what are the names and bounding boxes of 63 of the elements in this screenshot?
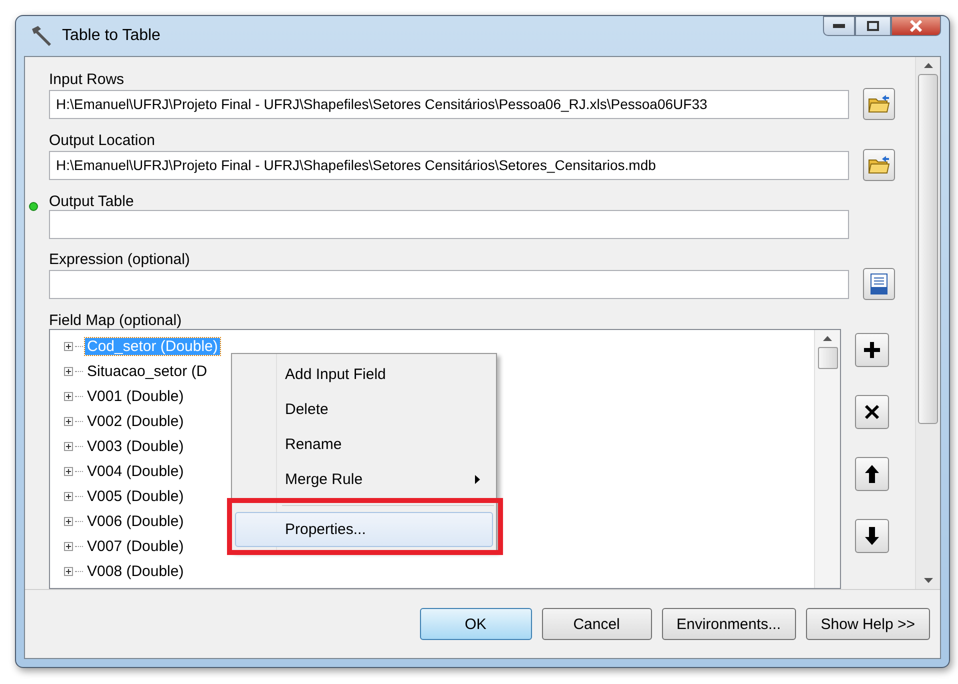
sql-icon: [869, 273, 889, 295]
down-button[interactable]: [855, 519, 889, 553]
down-arrow-icon: [864, 526, 880, 546]
menu-item[interactable]: Add Input Field: [232, 357, 496, 392]
browse-button[interactable]: [863, 88, 895, 120]
up-button[interactable]: [855, 457, 889, 491]
field-label: Expression (optional): [49, 251, 190, 268]
tree-item[interactable]: V006 (Double): [85, 513, 186, 530]
scrollbar[interactable]: [915, 57, 940, 589]
text-field[interactable]: H:\Emanuel\UFRJ\Projeto Final - UFRJ\Shapefiles\Setores Censitários\Pessoa06_RJ.xls\Pessoa06UF33: [49, 90, 849, 118]
delete-button[interactable]: [855, 395, 889, 429]
close-icon: [909, 20, 923, 32]
field-label: Output Table: [49, 193, 134, 210]
dialog-button[interactable]: OK: [420, 608, 532, 640]
minimize-icon: [833, 24, 845, 28]
text-field[interactable]: [49, 210, 849, 239]
folder-icon: [868, 155, 890, 175]
dialog-button[interactable]: Environments...: [662, 608, 796, 640]
field-label: Output Location: [49, 132, 155, 149]
tree-item[interactable]: V002 (Double): [85, 413, 186, 430]
sql-button[interactable]: [863, 268, 895, 300]
expand-icon[interactable]: [64, 392, 73, 401]
expand-icon[interactable]: [64, 442, 73, 451]
tree-item[interactable]: V003 (Double): [85, 438, 186, 455]
menu-item[interactable]: Rename: [232, 427, 496, 462]
browse-button[interactable]: [863, 149, 895, 181]
close-button[interactable]: [891, 16, 941, 36]
expand-icon[interactable]: [64, 492, 73, 501]
maximize-button[interactable]: [855, 16, 891, 36]
up-arrow-icon: [864, 464, 880, 484]
close-icon: [864, 404, 880, 420]
hammer-icon: [30, 25, 54, 47]
text-field[interactable]: H:\Emanuel\UFRJ\Projeto Final - UFRJ\Shapefiles\Setores Censitários\Setores_Censitarios.mdb: [49, 150, 849, 180]
tree-item[interactable]: V001 (Double): [85, 388, 186, 405]
menu-item[interactable]: Properties...: [235, 512, 493, 547]
text-field[interactable]: [49, 270, 849, 298]
dialog-button[interactable]: Cancel: [542, 608, 652, 640]
tree-item[interactable]: V008 (Double): [85, 563, 186, 580]
expand-icon[interactable]: [64, 342, 73, 351]
field-label: Input Rows: [49, 71, 124, 88]
maximize-icon: [867, 21, 879, 31]
tree-item[interactable]: V004 (Double): [85, 463, 186, 480]
plus-icon: [863, 341, 881, 359]
field-label: Field Map (optional): [49, 312, 182, 329]
scrollbar-thumb[interactable]: [818, 347, 838, 369]
scrollbar-thumb[interactable]: [918, 74, 938, 424]
tree-item[interactable]: V005 (Double): [85, 488, 186, 505]
tree-item[interactable]: V007 (Double): [85, 538, 186, 555]
menu-item[interactable]: Delete: [232, 392, 496, 427]
folder-icon: [868, 94, 890, 114]
expand-icon[interactable]: [64, 567, 73, 576]
scrollbar[interactable]: [814, 330, 840, 588]
expand-icon[interactable]: [64, 517, 73, 526]
window-title: Table to Table: [62, 27, 162, 45]
expand-icon[interactable]: [64, 417, 73, 426]
add-button[interactable]: [855, 333, 889, 367]
minimize-button[interactable]: [823, 16, 855, 36]
expand-icon[interactable]: [64, 367, 73, 376]
dialog-button[interactable]: Show Help >>: [806, 608, 930, 640]
expand-icon[interactable]: [64, 542, 73, 551]
expand-icon[interactable]: [64, 467, 73, 476]
tree-item[interactable]: Situacao_setor (D: [85, 363, 210, 380]
menu-item[interactable]: Merge Rule: [232, 462, 496, 497]
